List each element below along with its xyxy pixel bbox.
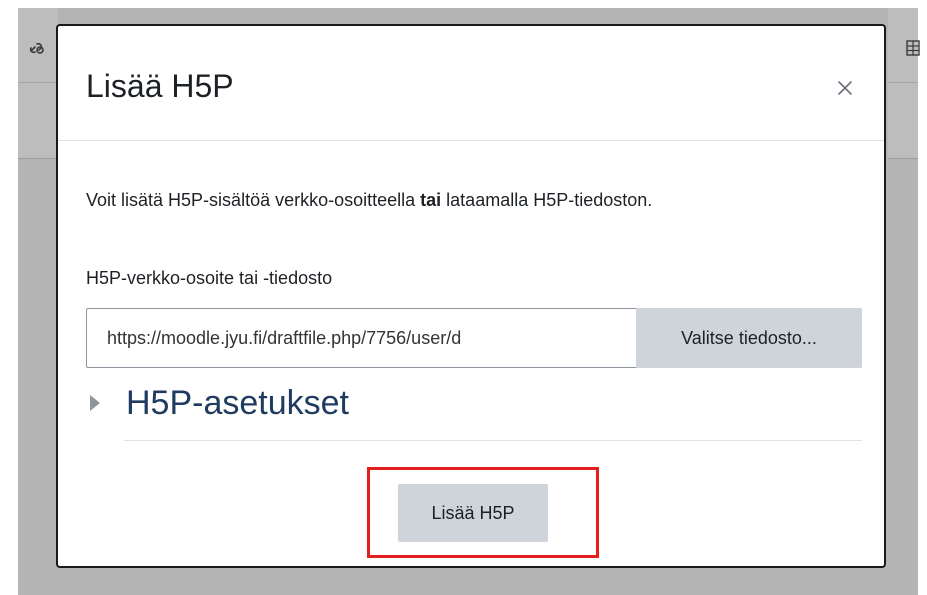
intro-text-bold: tai [420, 190, 442, 210]
editor-toolbar-right [888, 8, 920, 159]
table-icon[interactable] [906, 38, 920, 58]
close-button[interactable] [828, 71, 862, 105]
editor-toolbar-left [18, 8, 58, 159]
intro-text: Voit lisätä H5P-sisältöä verkko-osoittee… [86, 188, 652, 212]
dialog-title: Lisää H5P [86, 68, 234, 104]
h5p-settings-toggle[interactable]: H5P-asetukset [90, 378, 349, 428]
intro-text-end: lataamalla H5P-tiedoston. [441, 190, 653, 210]
caret-right-icon [90, 395, 100, 411]
choose-file-button[interactable]: Valitse tiedosto... [636, 308, 862, 368]
section-divider [124, 440, 862, 441]
h5p-settings-title: H5P-asetukset [126, 384, 349, 422]
dialog-header: Lisää H5P [58, 26, 884, 141]
add-h5p-button[interactable]: Lisää H5P [398, 484, 548, 542]
url-or-file-label: H5P-verkko-osoite tai -tiedosto [86, 268, 333, 288]
close-icon [838, 81, 852, 95]
link-icon[interactable] [28, 38, 48, 58]
intro-text-start: Voit lisätä H5P-sisältöä verkko-osoittee… [86, 190, 421, 210]
add-h5p-dialog: Lisää H5P Voit lisätä H5P-sisältöä verkk… [56, 24, 886, 568]
h5p-url-input[interactable] [86, 308, 636, 368]
